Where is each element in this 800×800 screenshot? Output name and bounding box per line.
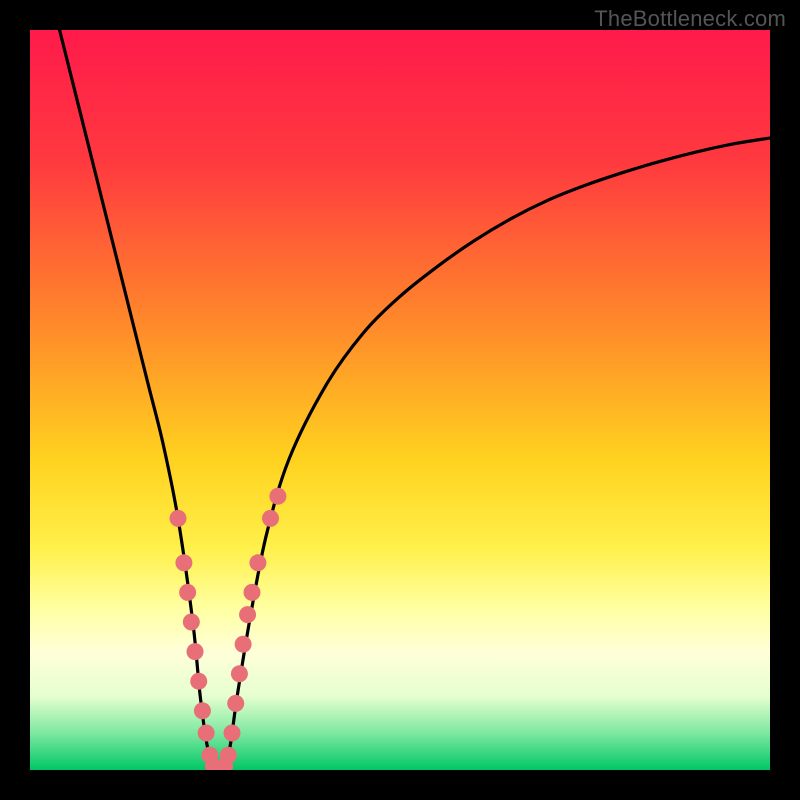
chart-svg [30,30,770,770]
plot-area [30,30,770,770]
highlight-dot [227,695,244,712]
highlight-dot [231,665,248,682]
highlight-dot [194,702,211,719]
highlight-dot [187,643,204,660]
highlight-dot [198,725,215,742]
highlight-dot [220,747,237,764]
outer-frame: TheBottleneck.com [0,0,800,800]
highlight-dot [262,510,279,527]
bottleneck-curve [60,30,770,770]
highlight-dot [269,488,286,505]
highlight-dot [235,636,252,653]
highlight-dot [190,673,207,690]
highlight-dot [183,614,200,631]
watermark-text: TheBottleneck.com [594,6,786,32]
highlight-dot [175,554,192,571]
highlight-dot [170,510,187,527]
highlight-dot [249,554,266,571]
highlight-dot [239,606,256,623]
highlight-dot [179,584,196,601]
highlight-dot [224,725,241,742]
highlight-dot [244,584,261,601]
